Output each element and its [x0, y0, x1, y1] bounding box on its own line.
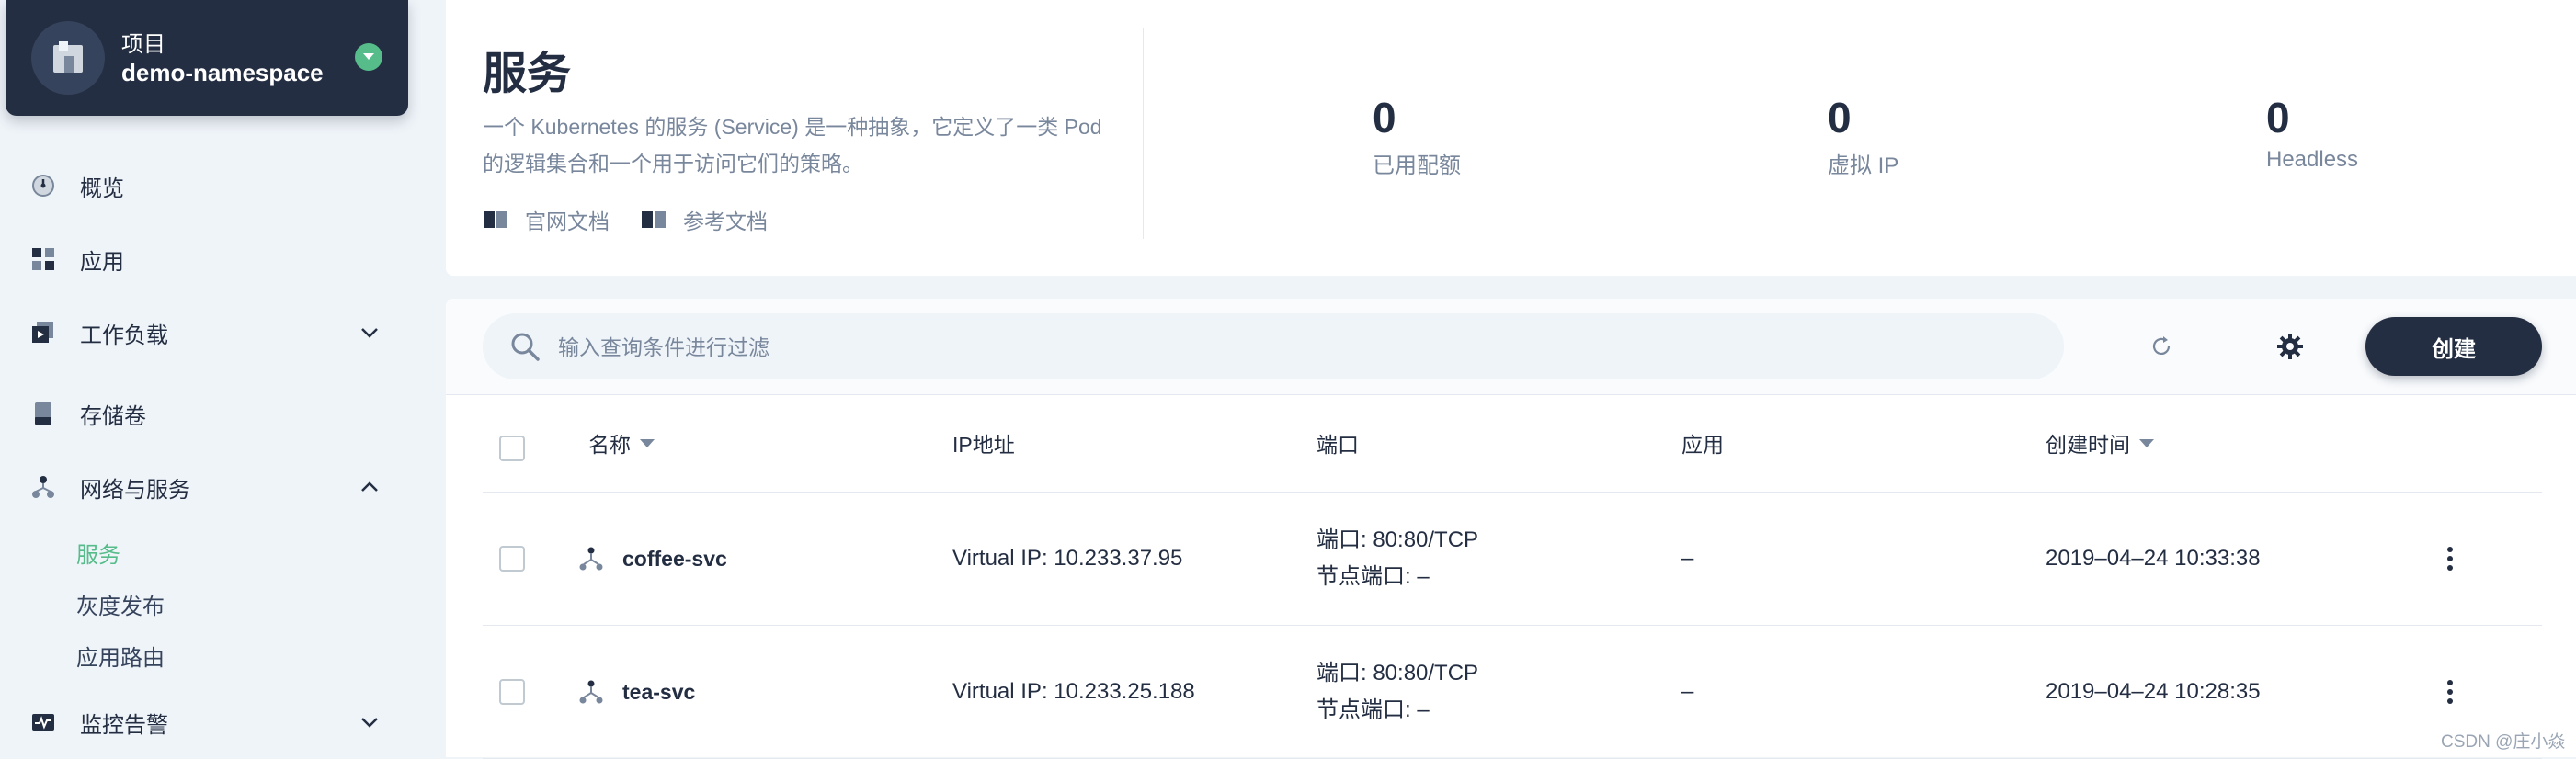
official-docs-link[interactable]: 官网文档	[483, 204, 610, 235]
project-name: demo-namespace	[121, 59, 324, 86]
table-header: 名称 IP地址 端口 应用 创建时间	[483, 394, 2542, 493]
stat-label: Headless	[2266, 147, 2359, 172]
settings-button[interactable]	[2274, 330, 2307, 363]
page-header: 服务 一个 Kubernetes 的服务 (Service) 是一种抽象，它定义…	[446, 0, 2576, 276]
chevron-down-icon[interactable]	[357, 320, 382, 346]
official-docs-label: 官网文档	[525, 210, 610, 233]
column-header-name[interactable]: 名称	[588, 394, 655, 492]
dashboard-icon	[29, 172, 57, 199]
service-app: –	[1681, 679, 1694, 704]
service-ip: Virtual IP: 10.233.25.188	[952, 679, 1195, 704]
service-node-port: 节点端口: –	[1316, 564, 1430, 589]
service-ip: Virtual IP: 10.233.37.95	[952, 546, 1183, 571]
project-selector[interactable]: 项目 demo-namespace	[6, 0, 408, 116]
refresh-icon	[2152, 336, 2171, 355]
book-icon	[484, 211, 507, 228]
caret-down-icon[interactable]	[355, 43, 382, 71]
nav-workloads[interactable]: 工作负载	[0, 305, 405, 360]
nav-monitoring-label: 监控告警	[80, 712, 168, 738]
row-checkbox[interactable]	[499, 546, 525, 572]
stat-value: 0	[1828, 94, 1852, 142]
nav-sub-routes[interactable]: 应用路由	[76, 640, 165, 672]
service-ports: 端口: 80:80/TCP 节点端口: –	[1316, 493, 1478, 625]
project-label: 项目	[121, 32, 165, 57]
more-vertical-icon	[2447, 547, 2453, 571]
service-icon	[579, 680, 603, 704]
reference-docs-label: 参考文档	[683, 210, 768, 233]
nav-storage[interactable]: 存储卷	[0, 386, 405, 441]
more-vertical-icon	[2447, 680, 2453, 704]
column-header-label: 名称	[588, 433, 631, 457]
table-row[interactable]: tea-svc Virtual IP: 10.233.25.188 端口: 80…	[483, 626, 2542, 759]
stat-label: 已用配额	[1373, 153, 1461, 178]
column-header-created[interactable]: 创建时间	[2046, 394, 2154, 492]
column-header-label: 创建时间	[2046, 433, 2130, 457]
stat-headless: 0 Headless	[2266, 92, 2358, 173]
sidebar: 项目 demo-namespace 概览 应用 工作负载 存储卷 网络与服务 服…	[0, 0, 446, 757]
sort-caret-icon[interactable]	[640, 438, 655, 447]
service-port: 端口: 80:80/TCP	[1316, 527, 1479, 552]
search-input[interactable]	[556, 313, 2031, 381]
storage-icon	[29, 400, 57, 427]
select-all-checkbox[interactable]	[499, 436, 525, 461]
refresh-button[interactable]	[2145, 330, 2178, 363]
column-header-app: 应用	[1681, 433, 1724, 457]
service-app: –	[1681, 546, 1694, 571]
nav-sub-grayscale-release[interactable]: 灰度发布	[76, 588, 165, 620]
more-actions-button[interactable]	[2435, 544, 2465, 573]
service-created-time: 2019–04–24 10:33:38	[2046, 546, 2261, 571]
nav-apps[interactable]: 应用	[0, 232, 405, 287]
service-icon	[579, 547, 603, 571]
stat-quota-used: 0 已用配额	[1373, 92, 1461, 179]
nav-overview-label: 概览	[80, 176, 124, 201]
service-node-port: 节点端口: –	[1316, 697, 1430, 722]
create-button[interactable]: 创建	[2365, 317, 2542, 376]
nav-workloads-label: 工作负载	[80, 323, 168, 348]
more-actions-button[interactable]	[2435, 677, 2465, 707]
project-icon	[31, 21, 105, 95]
gear-icon	[2277, 334, 2303, 359]
service-name-cell[interactable]: tea-svc	[578, 626, 695, 758]
chevron-down-icon[interactable]	[357, 709, 382, 735]
column-header-ip: IP地址	[952, 433, 1015, 457]
stat-virtual-ip: 0 虚拟 IP	[1828, 92, 1898, 179]
apps-icon	[29, 245, 57, 273]
monitor-icon	[29, 708, 57, 736]
workload-icon	[29, 319, 57, 346]
stat-label: 虚拟 IP	[1828, 153, 1899, 178]
watermark: CSDN @庄小焱	[2441, 732, 2566, 752]
nav-apps-label: 应用	[80, 249, 124, 275]
sort-caret-icon[interactable]	[2139, 438, 2154, 447]
service-name[interactable]: coffee-svc	[622, 547, 727, 572]
stat-value: 0	[1373, 94, 1396, 142]
service-name-cell[interactable]: coffee-svc	[578, 493, 727, 625]
services-table-panel: 创建 名称 IP地址 端口 应用 创建时间 coffee-svc Virtual…	[446, 299, 2576, 759]
stat-value: 0	[2266, 94, 2290, 142]
service-name[interactable]: tea-svc	[622, 680, 695, 705]
table-row[interactable]: coffee-svc Virtual IP: 10.233.37.95 端口: …	[483, 493, 2542, 626]
nav-overview[interactable]: 概览	[0, 158, 405, 213]
nav-network[interactable]: 网络与服务	[0, 459, 405, 515]
header-divider	[1143, 28, 1144, 239]
nav-monitoring[interactable]: 监控告警	[0, 695, 405, 750]
nav-network-label: 网络与服务	[80, 477, 190, 503]
page-title: 服务	[483, 50, 572, 98]
service-port: 端口: 80:80/TCP	[1316, 661, 1479, 685]
nav-sub-services[interactable]: 服务	[76, 537, 120, 569]
service-created-time: 2019–04–24 10:28:35	[2046, 679, 2261, 704]
nav-storage-label: 存储卷	[80, 403, 146, 429]
page-description: 一个 Kubernetes 的服务 (Service) 是一种抽象，它定义了一类…	[483, 115, 1102, 176]
search-icon	[511, 333, 540, 361]
column-header-port: 端口	[1316, 433, 1359, 457]
search-box[interactable]	[483, 313, 2064, 381]
reference-docs-link[interactable]: 参考文档	[641, 204, 768, 235]
table-toolbar: 创建	[446, 299, 2576, 395]
chevron-up-icon[interactable]	[357, 474, 382, 500]
service-ports: 端口: 80:80/TCP 节点端口: –	[1316, 626, 1478, 758]
book-icon	[642, 211, 666, 228]
row-checkbox[interactable]	[499, 679, 525, 705]
network-icon	[29, 473, 57, 501]
